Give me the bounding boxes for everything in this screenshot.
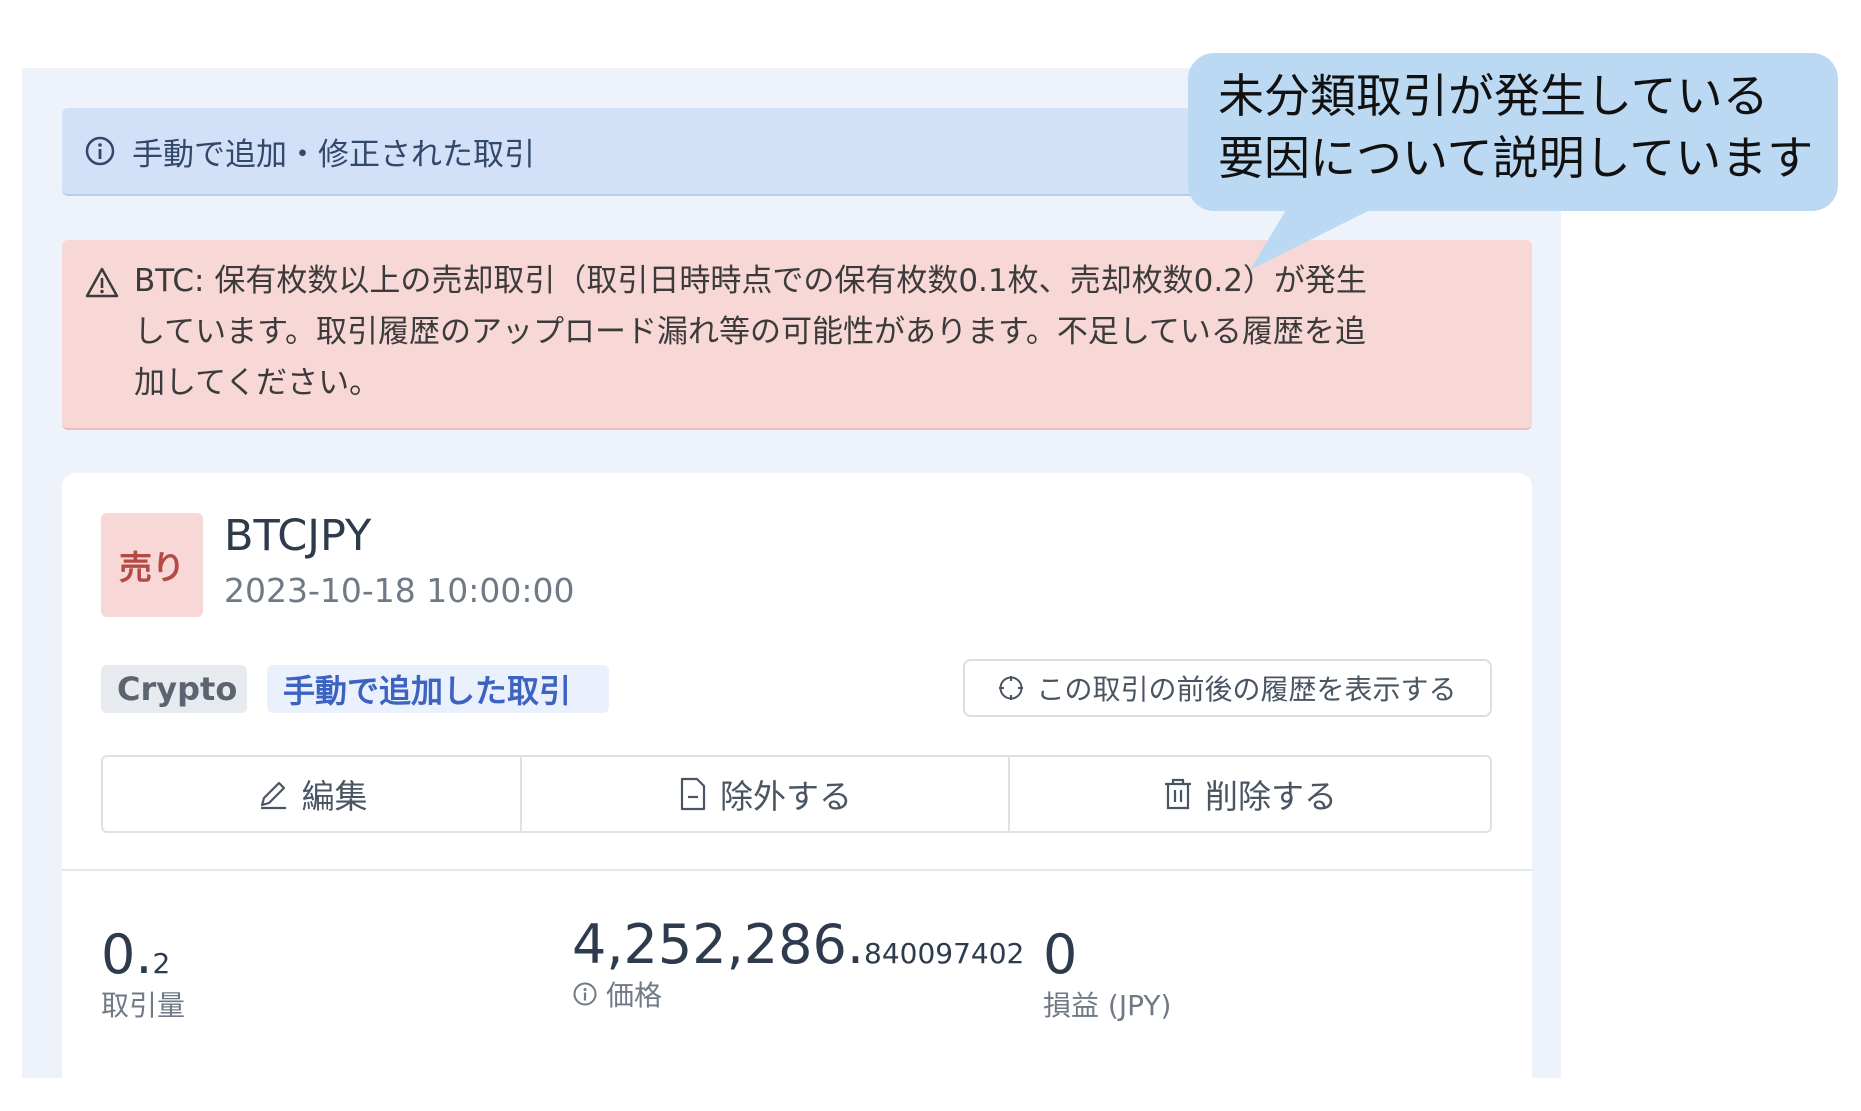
trash-icon xyxy=(1165,778,1191,810)
pnl-value: 0 xyxy=(1043,923,1078,986)
info-banner-text: 手動で追加・修正された取引 xyxy=(132,136,535,173)
amount-label: 取引量 xyxy=(101,989,186,1022)
amount-integer: 0. xyxy=(101,923,153,986)
delete-button[interactable]: 削除する xyxy=(1008,757,1490,831)
price-integer: 4,252,286. xyxy=(572,913,864,976)
edit-button[interactable]: 編集 xyxy=(103,757,520,831)
exclude-button[interactable]: 除外する xyxy=(520,757,1008,831)
crypto-tag: Crypto xyxy=(101,665,247,713)
pencil-icon xyxy=(260,781,286,810)
warning-triangle-icon xyxy=(85,267,119,298)
card-divider xyxy=(62,869,1532,871)
info-circle-icon xyxy=(85,136,115,166)
amount-decimal: 2 xyxy=(152,947,171,980)
price-decimal: 840097402 xyxy=(864,937,1025,970)
price-label: 価格 xyxy=(606,979,663,1012)
action-bar: 編集 除外する 削除する xyxy=(101,755,1492,833)
explanation-callout: 未分類取引が発生している 要因について説明しています xyxy=(1188,53,1838,211)
show-surrounding-history-button[interactable]: この取引の前後の履歴を表示する xyxy=(963,659,1492,717)
price-stat: 4,252,286.840097402 価格 xyxy=(572,913,1024,1014)
exclude-label: 除外する xyxy=(720,777,852,816)
sell-side-badge: 売り xyxy=(101,513,203,617)
transaction-card: 売り BTCJPY 2023-10-18 10:00:00 Crypto 手動で… xyxy=(62,473,1532,1093)
amount-stat: 0.2 取引量 xyxy=(101,923,185,1024)
document-minus-icon xyxy=(680,777,706,811)
delete-label: 削除する xyxy=(1205,777,1337,816)
pnl-label: 損益 (JPY) xyxy=(1043,989,1172,1022)
price-info-icon[interactable] xyxy=(572,981,598,1007)
callout-text: 未分類取引が発生している 要因について説明しています xyxy=(1218,69,1814,185)
transaction-datetime: 2023-10-18 10:00:00 xyxy=(224,571,575,610)
pnl-stat: 0 損益 (JPY) xyxy=(1043,923,1171,1024)
warning-banner-text: BTC: 保有枚数以上の売却取引（取引日時時点での保有枚数0.1枚、売却枚数0.… xyxy=(134,263,1367,401)
trading-pair: BTCJPY xyxy=(224,511,372,561)
history-icon xyxy=(999,676,1024,700)
edit-label: 編集 xyxy=(301,777,368,816)
manual-added-tag: 手動で追加した取引 xyxy=(267,665,609,713)
history-button-label: この取引の前後の履歴を表示する xyxy=(1036,673,1457,706)
